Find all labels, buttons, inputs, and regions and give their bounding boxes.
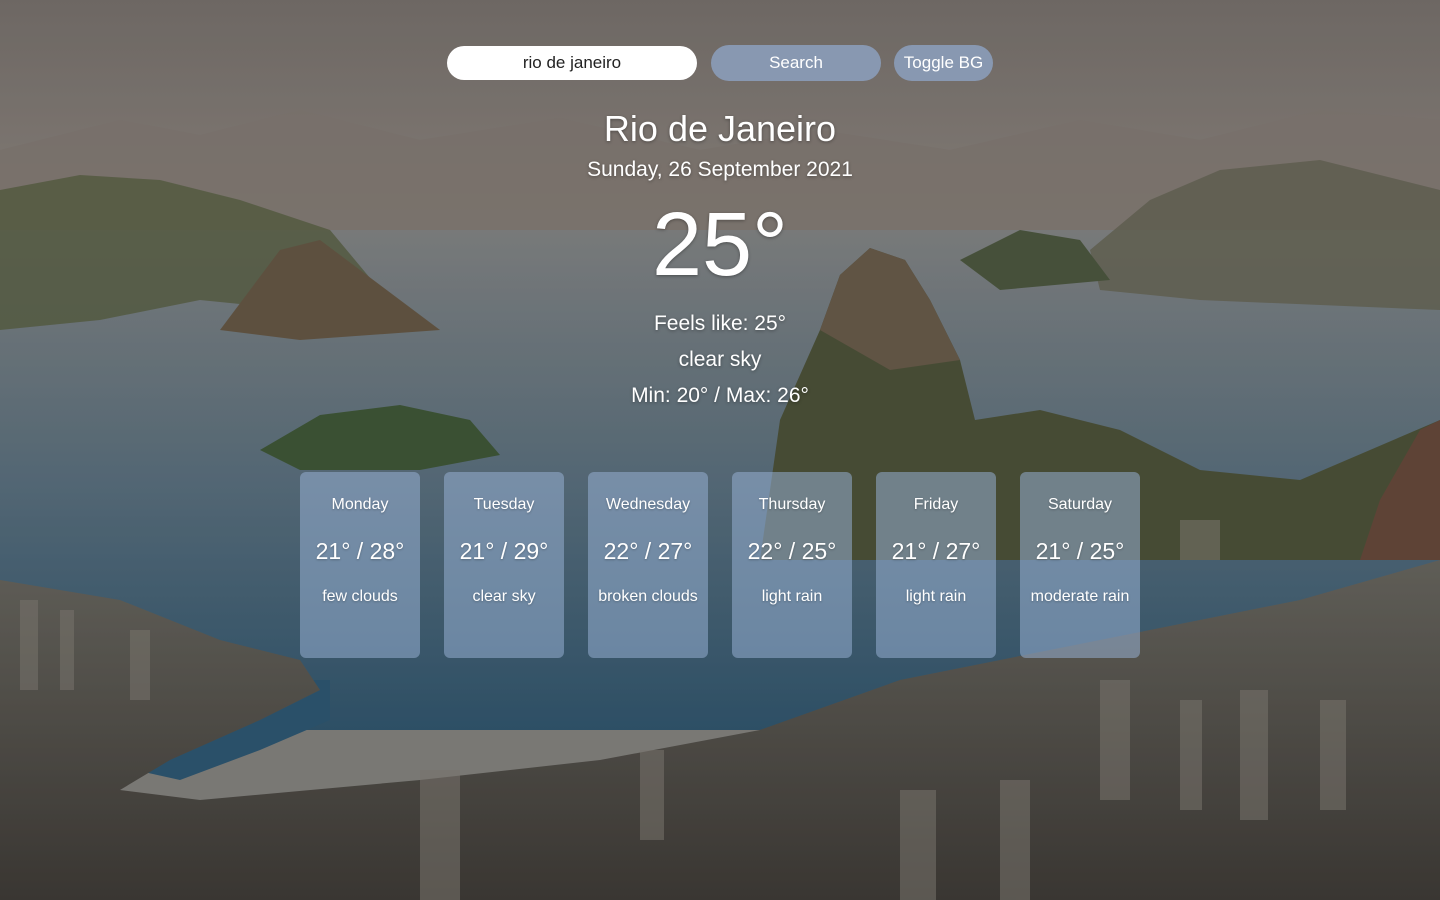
forecast-day: Wednesday bbox=[605, 496, 691, 513]
forecast-description: light rain bbox=[905, 588, 967, 605]
min-max-temperature: Min: 20° / Max: 26° bbox=[631, 384, 809, 407]
forecast-temperature: 22° / 25° bbox=[747, 538, 837, 564]
search-bar: Search Toggle BG bbox=[0, 45, 1440, 81]
city-name: Rio de Janeiro bbox=[603, 108, 837, 149]
city-search-input[interactable] bbox=[447, 46, 697, 80]
forecast-day: Thursday bbox=[758, 496, 826, 513]
forecast-description: clear sky bbox=[472, 588, 536, 605]
forecast-temperature: 21° / 29° bbox=[459, 538, 549, 564]
forecast-day: Friday bbox=[913, 496, 959, 513]
forecast-description: light rain bbox=[761, 588, 823, 605]
weather-app: Search Toggle BG Rio de Janeiro Sunday, … bbox=[0, 0, 1440, 900]
forecast-temperature: 21° / 28° bbox=[315, 538, 405, 564]
forecast-temperature: 21° / 25° bbox=[1035, 538, 1125, 564]
forecast-description: moderate rain bbox=[1030, 588, 1130, 605]
weather-description: clear sky bbox=[678, 348, 762, 371]
forecast-card: Wednesday 22° / 27° broken clouds bbox=[588, 472, 708, 658]
forecast-description: few clouds bbox=[322, 588, 398, 605]
forecast-temperature: 22° / 27° bbox=[603, 538, 693, 564]
feels-like: Feels like: 25° bbox=[653, 312, 787, 335]
forecast-card: Friday 21° / 27° light rain bbox=[876, 472, 996, 658]
forecast-day: Tuesday bbox=[473, 496, 535, 513]
current-temperature: 25° bbox=[651, 195, 789, 295]
forecast-card: Tuesday 21° / 29° clear sky bbox=[444, 472, 564, 658]
forecast-card: Monday 21° / 28° few clouds bbox=[300, 472, 420, 658]
forecast-card: Thursday 22° / 25° light rain bbox=[732, 472, 852, 658]
forecast-temperature: 21° / 27° bbox=[891, 538, 981, 564]
forecast-card: Saturday 21° / 25° moderate rain bbox=[1020, 472, 1140, 658]
current-date: Sunday, 26 September 2021 bbox=[587, 158, 853, 181]
forecast-list: Monday 21° / 28° few clouds Tuesday 21° … bbox=[300, 472, 1140, 658]
forecast-description: broken clouds bbox=[598, 588, 698, 605]
toggle-background-button[interactable]: Toggle BG bbox=[894, 45, 993, 81]
forecast-day: Monday bbox=[331, 496, 389, 513]
search-button[interactable]: Search bbox=[711, 45, 881, 81]
forecast-day: Saturday bbox=[1047, 496, 1113, 513]
